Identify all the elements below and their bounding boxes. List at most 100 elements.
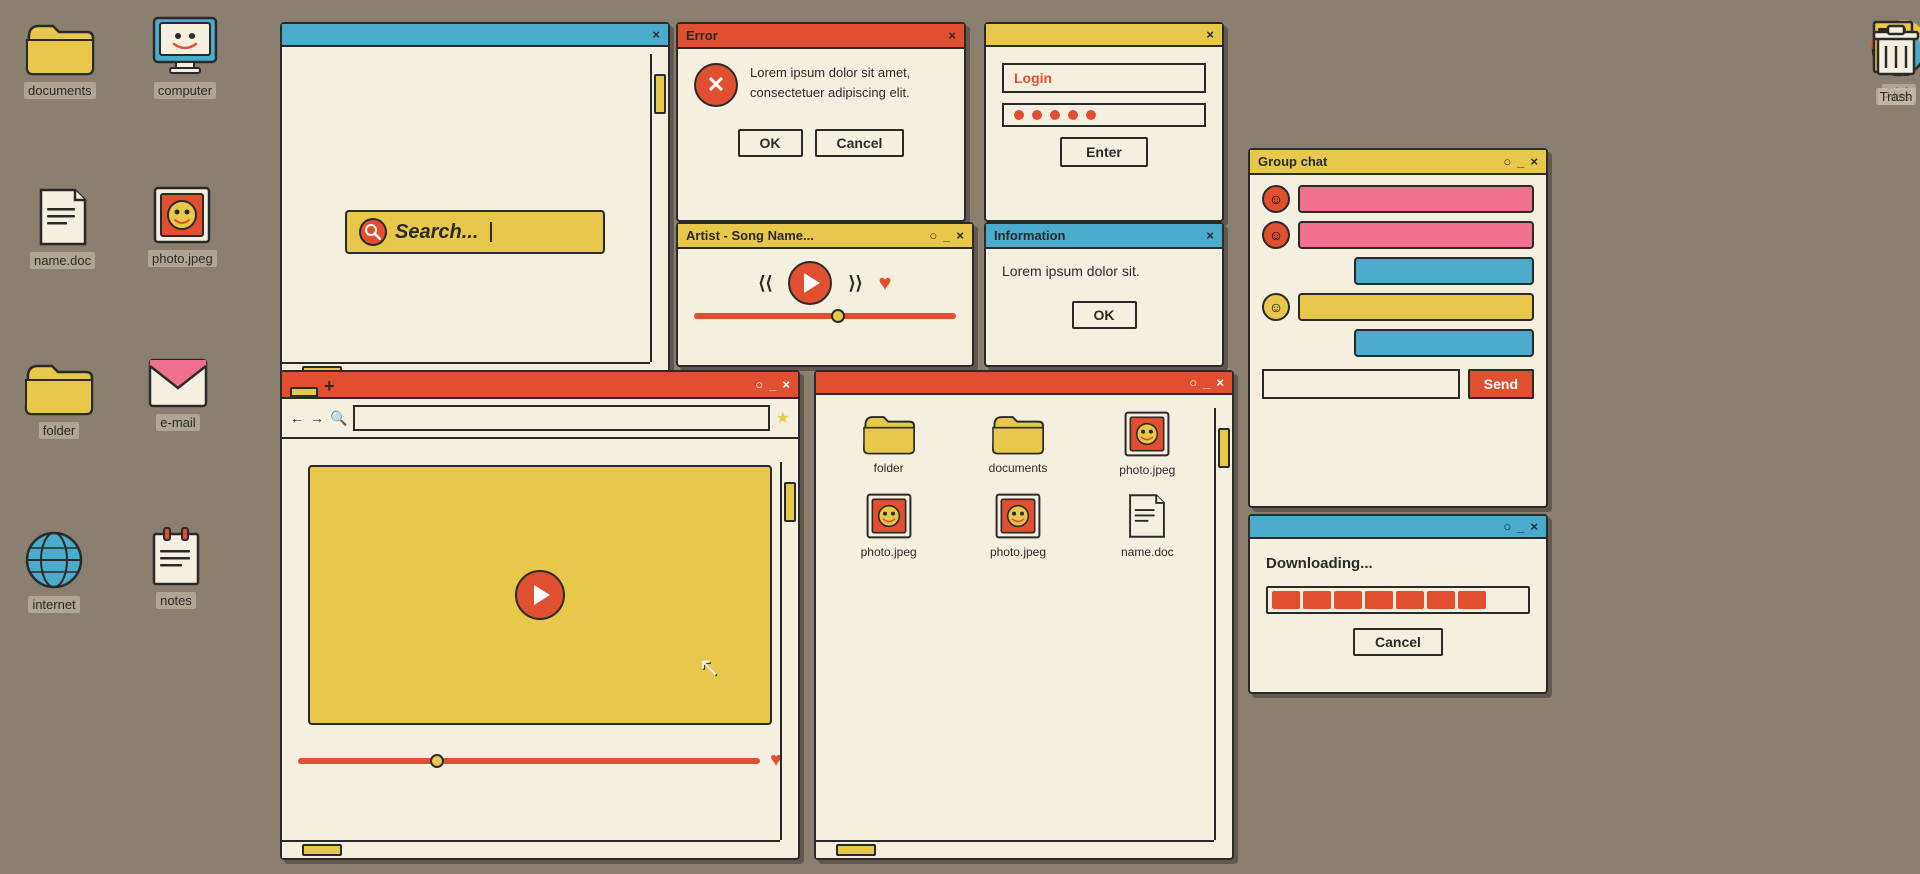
login-enter-btn[interactable]: Enter — [1060, 137, 1148, 167]
login-username-input[interactable] — [1002, 63, 1206, 93]
info-window: Information × Lorem ipsum dolor sit. OK — [984, 222, 1224, 367]
chat-maximize-btn[interactable]: _ — [1517, 155, 1524, 168]
search-content: Search... — [282, 47, 668, 367]
notes-desktop-icon[interactable]: notes — [150, 526, 202, 609]
chat-msg-4: ☺ — [1262, 293, 1534, 321]
error-titlebar: Error × — [678, 24, 964, 49]
error-message: Lorem ipsum dolor sit amet, consectetuer… — [750, 63, 948, 102]
fm-folder-label: folder — [874, 461, 904, 475]
browser-tab-1[interactable] — [290, 387, 318, 397]
info-controls: × — [1206, 229, 1214, 242]
music-controls-bar: ○ _ × — [929, 229, 964, 242]
chat-close-btn[interactable]: × — [1530, 155, 1538, 168]
namedoc-svg — [37, 188, 89, 246]
video-play-triangle — [534, 585, 550, 605]
login-window: × Enter — [984, 22, 1224, 222]
music-prev-btn[interactable]: ⟨⟨ — [758, 273, 772, 294]
pwd-dot-3 — [1050, 110, 1060, 120]
fm-maximize-btn[interactable]: _ — [1203, 376, 1210, 389]
browser-search-btn[interactable]: 🔍 — [330, 410, 347, 427]
music-next-btn[interactable]: ⟩⟩ — [848, 273, 862, 294]
download-cancel-btn[interactable]: Cancel — [1353, 628, 1443, 656]
search-close-btn[interactable]: × — [652, 28, 660, 41]
chat-input-row: Send — [1262, 369, 1534, 399]
computer-desktop-icon[interactable]: computer — [150, 14, 220, 99]
browser-window: + ○ _ × ← → 🔍 ★ ↖ ♥ — [280, 370, 800, 860]
browser-progress-track[interactable] — [298, 758, 760, 764]
fm-scrollbar-v[interactable] — [1214, 408, 1232, 840]
browser-forward-btn[interactable]: → — [310, 410, 324, 426]
error-close-btn[interactable]: × — [948, 29, 956, 42]
browser-back-btn[interactable]: ← — [290, 410, 304, 426]
error-ok-btn[interactable]: OK — [738, 129, 803, 157]
documents-desktop-icon[interactable]: documents — [24, 18, 96, 99]
download-minimize-btn[interactable]: ○ — [1503, 520, 1511, 533]
browser-progress-thumb — [430, 754, 444, 768]
chat-send-btn[interactable]: Send — [1468, 369, 1534, 399]
chat-msg-3 — [1262, 257, 1534, 285]
email-desktop-icon[interactable]: e-mail — [148, 358, 208, 431]
fm-item-photo1[interactable]: photo.jpeg — [1091, 411, 1204, 477]
music-maximize-btn[interactable]: _ — [943, 229, 950, 242]
browser-close-btn[interactable]: × — [782, 378, 790, 391]
browser-video-area[interactable]: ↖ — [308, 465, 772, 725]
fm-item-photo3[interactable]: photo.jpeg — [961, 493, 1074, 559]
browser-bookmark-btn[interactable]: ★ — [776, 408, 790, 428]
photo-desktop-icon[interactable]: photo.jpeg — [148, 186, 217, 267]
browser-scrollbar-v[interactable] — [780, 462, 798, 840]
error-cancel-btn[interactable]: Cancel — [815, 129, 905, 157]
music-play-btn[interactable] — [788, 261, 832, 305]
chat-controls: ○ _ × — [1503, 155, 1538, 168]
browser-scrollbar-h[interactable] — [282, 840, 780, 858]
chat-avatar-1: ☺ — [1262, 185, 1290, 213]
browser-minimize-btn[interactable]: ○ — [755, 378, 763, 391]
music-progress-bar[interactable] — [694, 313, 956, 319]
fm-item-photo2[interactable]: photo.jpeg — [832, 493, 945, 559]
dl-seg-4 — [1365, 591, 1393, 609]
search-controls: × — [652, 28, 660, 41]
internet-desktop-icon[interactable]: internet — [24, 530, 84, 613]
chat-message-input[interactable] — [1262, 369, 1460, 399]
trash-icon-item[interactable]: Trash — [1870, 20, 1920, 105]
info-close-btn[interactable]: × — [1206, 229, 1214, 242]
info-title: Information — [994, 228, 1200, 243]
fm-folder-svg — [862, 411, 916, 455]
fm-minimize-btn[interactable]: ○ — [1189, 376, 1197, 389]
download-titlebar: ○ _ × — [1250, 516, 1546, 539]
fm-item-namedoc[interactable]: name.doc — [1091, 493, 1204, 559]
login-close-btn[interactable]: × — [1206, 28, 1214, 41]
fm-photo2-label: photo.jpeg — [861, 545, 917, 559]
search-bar[interactable]: Search... — [345, 210, 605, 254]
download-maximize-btn[interactable]: _ — [1517, 520, 1524, 533]
info-content: Lorem ipsum dolor sit. — [986, 249, 1222, 293]
music-close-btn[interactable]: × — [956, 229, 964, 242]
internet-svg — [24, 530, 84, 590]
login-password-field[interactable] — [1002, 103, 1206, 127]
fm-scrollbar-h[interactable] — [816, 840, 1214, 858]
play-triangle-icon — [804, 273, 820, 293]
music-minimize-btn[interactable]: ○ — [929, 229, 937, 242]
chat-minimize-btn[interactable]: ○ — [1503, 155, 1511, 168]
browser-add-tab-btn[interactable]: + — [324, 376, 335, 397]
video-play-btn[interactable] — [515, 570, 565, 620]
info-ok-btn[interactable]: OK — [1072, 301, 1137, 329]
download-close-btn[interactable]: × — [1530, 520, 1538, 533]
search-magnifier-icon — [359, 218, 387, 246]
fm-item-documents[interactable]: documents — [961, 411, 1074, 477]
browser-maximize-btn[interactable]: _ — [769, 378, 776, 391]
browser-url-input[interactable] — [353, 405, 769, 431]
search-scrollbar-v[interactable] — [650, 54, 668, 362]
error-title: Error — [686, 28, 942, 43]
music-heart-icon[interactable]: ♥ — [879, 270, 892, 296]
search-scrollbar-thumb-v — [654, 74, 666, 114]
fm-item-folder[interactable]: folder — [832, 411, 945, 477]
login-controls: × — [1206, 28, 1214, 41]
folder-desktop-icon[interactable]: folder — [24, 358, 94, 439]
browser-titlebar: + ○ _ × — [282, 372, 798, 399]
fm-close-btn[interactable]: × — [1216, 376, 1224, 389]
browser-scrollbar-thumb-v — [784, 482, 796, 522]
folder-icon-label: folder — [39, 422, 80, 439]
trash-svg — [1870, 20, 1920, 82]
namedoc-desktop-icon[interactable]: name.doc — [30, 188, 95, 269]
chat-bubble-5 — [1354, 329, 1534, 357]
